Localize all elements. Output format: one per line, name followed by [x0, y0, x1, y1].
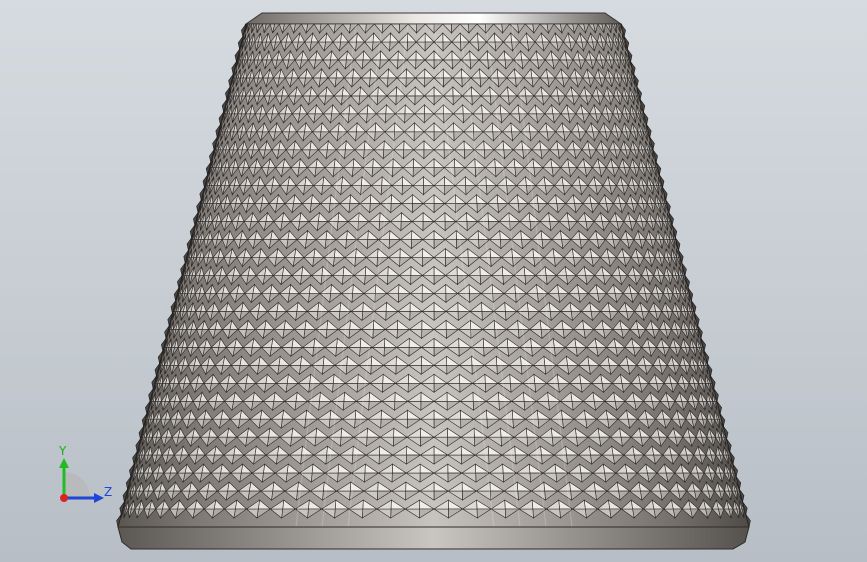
knurl-pattern [120, 24, 748, 527]
top-rim [244, 12, 623, 25]
triad-quarter-disc [64, 472, 90, 498]
base-band [117, 526, 750, 550]
y-axis-label: Y [58, 444, 67, 458]
y-axis-arrow [59, 458, 69, 468]
coordinate-triad: Y Z [58, 444, 112, 503]
triad-origin [60, 494, 68, 502]
z-axis-arrow [94, 493, 104, 503]
model-view[interactable] [0, 0, 867, 562]
graphics-viewport[interactable]: Y Z [0, 0, 867, 562]
z-axis-label: Z [104, 485, 112, 499]
